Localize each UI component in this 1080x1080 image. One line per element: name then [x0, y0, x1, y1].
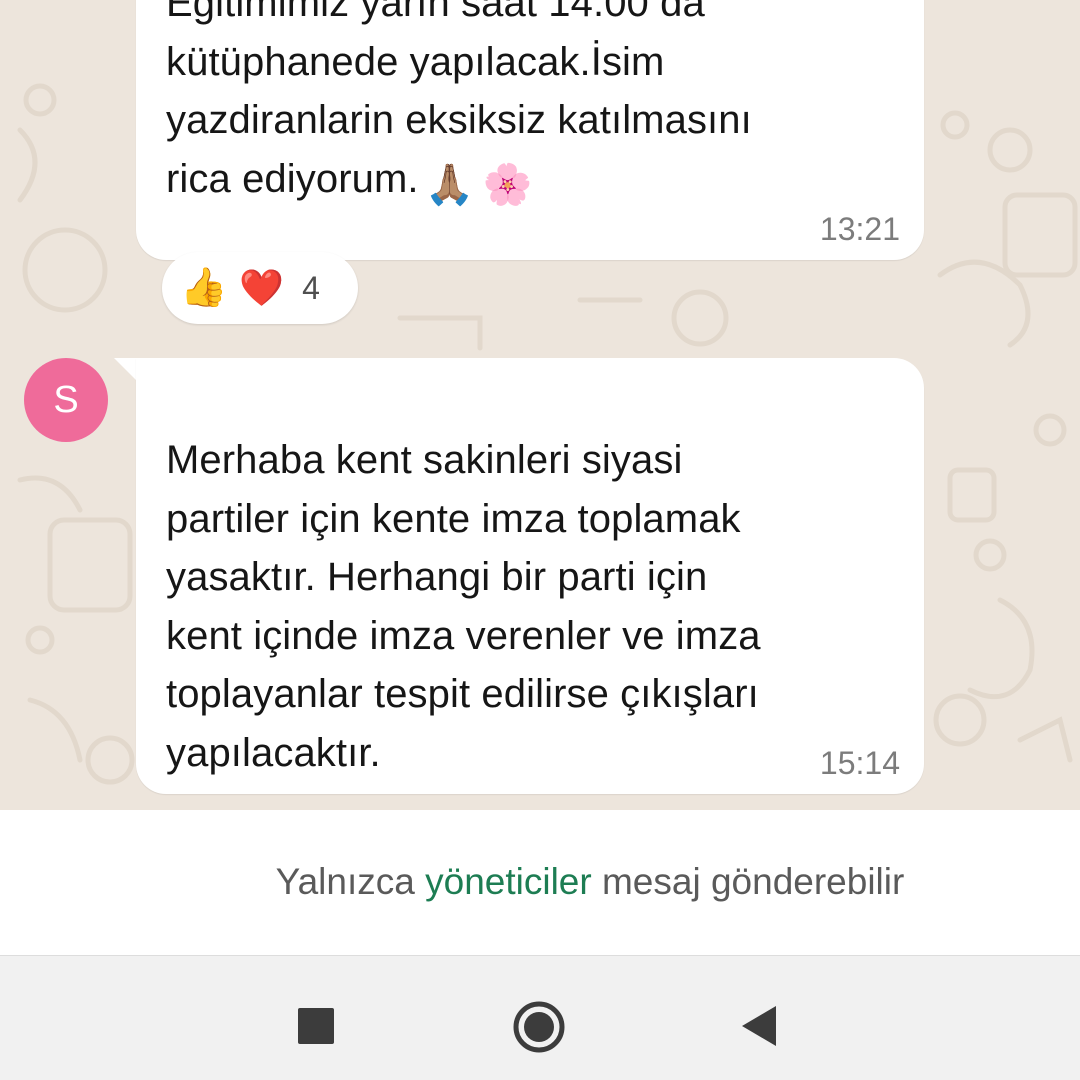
bubble-tail: [114, 358, 138, 382]
heart-icon: ❤️: [239, 267, 285, 308]
message-bubble[interactable]: Egitimimiz yarın saat 14.00 da kütüphane…: [136, 0, 924, 260]
reaction-count: 4: [302, 269, 320, 306]
cherry-blossom-emoji: 🌸: [482, 162, 533, 207]
folded-hands-emoji: 🙏🏽: [424, 162, 475, 207]
admins-link[interactable]: yöneticiler: [425, 861, 592, 902]
back-icon[interactable]: [740, 1004, 780, 1048]
avatar[interactable]: S: [24, 358, 108, 442]
message-time: 15:14: [819, 745, 900, 781]
avatar-initial: S: [53, 378, 79, 421]
recents-icon[interactable]: [298, 1008, 334, 1044]
message-bubble[interactable]: Merhaba kent sakinleri siyasi partiler i…: [136, 358, 924, 794]
notice-text: Yalnızca yöneticiler mesaj gönderebilir: [276, 861, 905, 903]
message-emojis: 🙏🏽 🌸: [425, 156, 533, 215]
thumbs-up-icon: 👍: [180, 267, 228, 309]
message-time: 13:21: [819, 211, 900, 247]
admin-only-notice: Yalnızca yöneticiler mesaj gönderebilir: [0, 810, 1080, 955]
reactions-pill[interactable]: 👍 ❤️ 4: [162, 252, 358, 324]
notice-suffix: mesaj gönderebilir: [591, 860, 905, 902]
message-text: Egitimimiz yarın saat 14.00 da kütüphane…: [166, 0, 906, 214]
chat-area[interactable]: Egitimimiz yarın saat 14.00 da kütüphane…: [0, 0, 1080, 810]
notice-prefix: Yalnızca: [275, 860, 426, 902]
home-icon[interactable]: [512, 1000, 566, 1054]
message-text: Merhaba kent sakinleri siyasi partiler i…: [166, 438, 761, 775]
